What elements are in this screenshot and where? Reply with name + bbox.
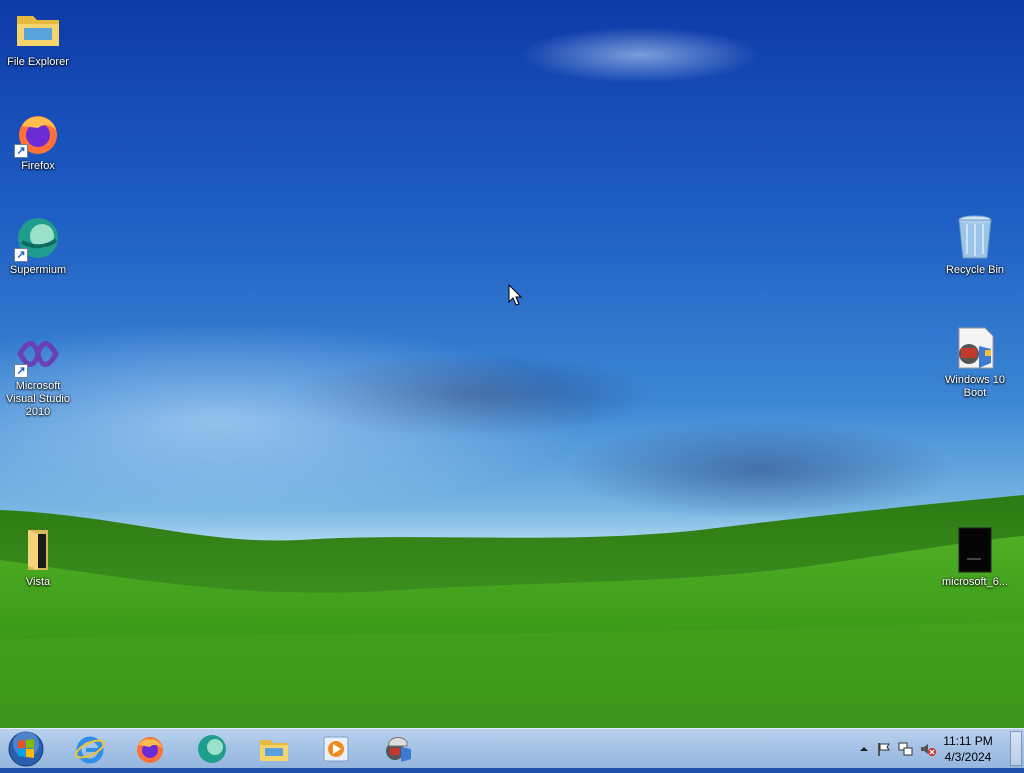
folder-explorer-icon — [14, 6, 62, 54]
firefox-icon: ↗ — [14, 110, 62, 158]
windows-boot-icon — [386, 737, 411, 762]
supermium-icon — [198, 735, 226, 763]
windows-start-orb-icon — [8, 731, 44, 767]
desktop-icon-label: microsoft_6... — [941, 576, 1009, 588]
desktop-icon-label: File Explorer — [7, 56, 69, 68]
desktop-icon-supermium[interactable]: ↗ Supermium — [0, 214, 76, 277]
mouse-pointer-icon — [508, 284, 522, 306]
taskbar-file-explorer[interactable] — [248, 731, 300, 767]
desktop-icon-label: Supermium — [9, 264, 67, 276]
wallpaper-hills — [0, 495, 1024, 728]
action-center-flag-icon[interactable] — [876, 741, 892, 757]
supermium-icon: ↗ — [14, 214, 62, 262]
taskbar-internet-explorer[interactable] — [64, 731, 116, 767]
desktop-icon-visual-studio[interactable]: ↗ Microsoft Visual Studio 2010 — [0, 330, 76, 419]
desktop-icon-microsoft-file[interactable]: microsoft_6... — [937, 526, 1013, 589]
folder-vista-icon — [14, 526, 62, 574]
desktop-icon-vista[interactable]: Vista — [0, 526, 76, 589]
windows-boot-icon — [951, 324, 999, 372]
firefox-icon — [137, 737, 163, 763]
shortcut-arrow-icon: ↗ — [14, 248, 28, 262]
desktop-icon-recycle-bin[interactable]: Recycle Bin — [937, 214, 1013, 277]
clock-time: 11:11 PM — [943, 734, 993, 748]
desktop-icon-label: Microsoft Visual Studio 2010 — [5, 380, 70, 418]
shortcut-arrow-icon: ↗ — [14, 144, 28, 158]
taskbar-supermium[interactable] — [186, 731, 238, 767]
desktop[interactable]: File Explorer ↗ Firefox ↗ Supermium ↗ Mi… — [0, 0, 1024, 728]
taskbar-windows-boot[interactable] — [372, 731, 424, 767]
desktop-icon-windows-boot[interactable]: Windows 10 Boot — [937, 324, 1013, 400]
media-player-icon — [323, 736, 349, 762]
network-icon[interactable] — [898, 741, 914, 757]
desktop-icon-label: Vista — [25, 576, 51, 588]
desktop-icon-file-explorer[interactable]: File Explorer — [0, 6, 76, 69]
start-button[interactable] — [6, 730, 46, 768]
shortcut-arrow-icon: ↗ — [14, 364, 28, 378]
desktop-icon-label: Firefox — [21, 160, 55, 172]
desktop-icon-firefox[interactable]: ↗ Firefox — [0, 110, 76, 173]
taskbar-firefox[interactable] — [124, 731, 176, 767]
desktop-icon-label: Recycle Bin — [945, 264, 1005, 276]
clock-date: 4/3/2024 — [944, 750, 992, 764]
internet-explorer-icon — [75, 736, 105, 764]
system-tray: 11:11 PM 4/3/2024 — [834, 729, 1024, 769]
volume-muted-icon[interactable] — [920, 741, 936, 757]
file-explorer-icon — [260, 740, 288, 761]
show-desktop-button[interactable] — [1010, 731, 1022, 766]
recycle-bin-icon — [951, 214, 999, 262]
visual-studio-icon: ↗ — [14, 330, 62, 378]
taskbar-media-player[interactable] — [310, 731, 362, 767]
taskbar: 11:11 PM 4/3/2024 — [0, 728, 1024, 768]
show-hidden-icons[interactable] — [856, 741, 872, 757]
desktop-icon-label: Windows 10 Boot — [945, 374, 1005, 399]
taskbar-clock[interactable]: 11:11 PM 4/3/2024 — [938, 733, 998, 765]
black-file-icon — [951, 526, 999, 574]
